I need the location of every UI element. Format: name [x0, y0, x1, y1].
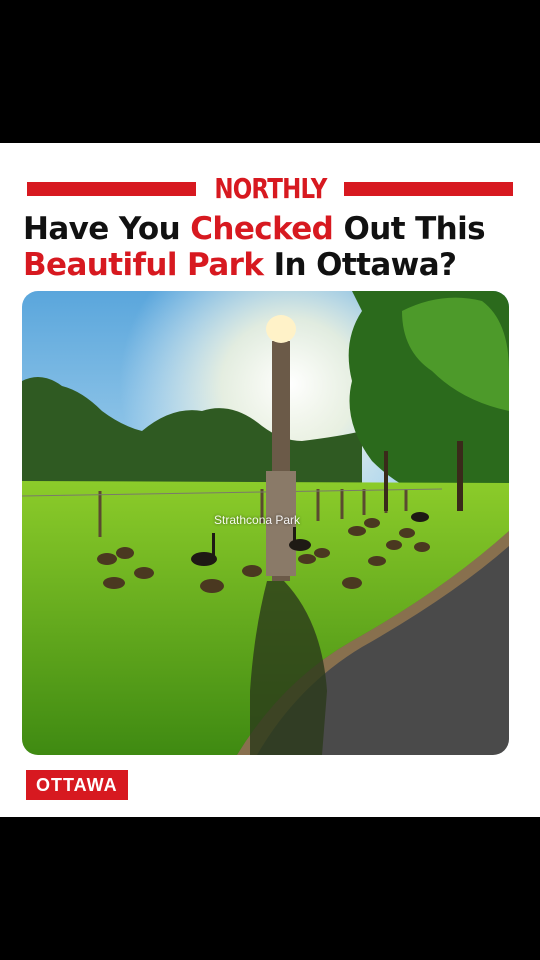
- headline-text-3: In Ottawa?: [263, 247, 457, 283]
- headline-accent-2: Beautiful Park: [23, 247, 264, 283]
- post-card: NORTHLY Have You Checked Out This Beautif…: [0, 143, 540, 817]
- brand-bar-left: [27, 182, 196, 196]
- brand-bar-right: [344, 182, 514, 196]
- brand-name: NORTHLY: [213, 172, 327, 205]
- brand-header: NORTHLY: [27, 172, 514, 205]
- headline: Have You Checked Out This Beautiful Park …: [23, 211, 523, 283]
- headline-text-2: Out This: [333, 211, 486, 247]
- park-photo: Strathcona Park: [22, 291, 509, 755]
- location-tag[interactable]: OTTAWA: [26, 770, 128, 800]
- headline-accent-1: Checked: [190, 211, 334, 247]
- headline-text-1: Have You: [23, 211, 191, 247]
- photo-caption: Strathcona Park: [214, 513, 301, 527]
